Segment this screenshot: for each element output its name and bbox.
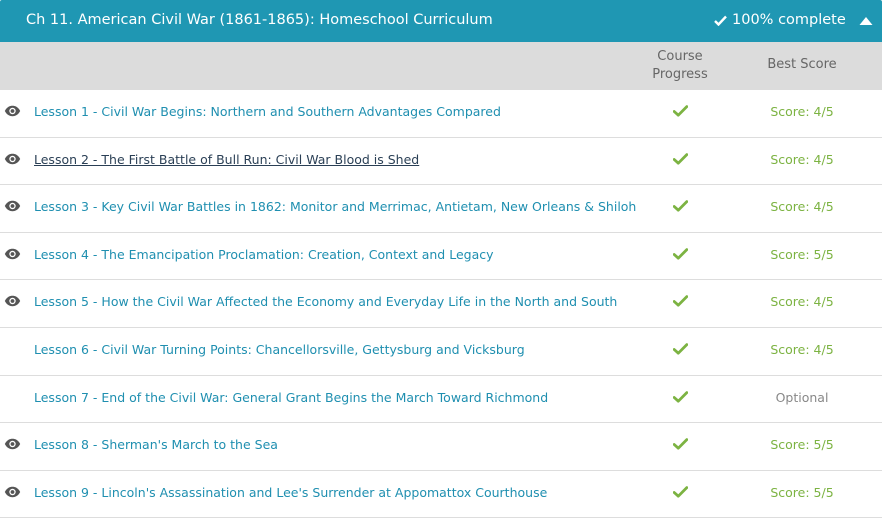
lesson-list: Lesson 1 - Civil War Begins: Northern an… — [0, 90, 882, 518]
best-score: Score: 4/5 — [770, 341, 834, 357]
chapter-panel: Ch 11. American Civil War (1861-1865): H… — [0, 0, 882, 518]
progress-check-icon — [672, 295, 689, 307]
progress-check-icon — [672, 152, 689, 165]
eye-icon — [4, 438, 21, 450]
lesson-row: Lesson 5 - How the Civil War Affected th… — [0, 280, 882, 328]
progress-check-icon — [672, 485, 689, 498]
lesson-link[interactable]: Lesson 3 - Key Civil War Battles in 1862… — [34, 199, 636, 214]
eye-icon — [4, 486, 21, 498]
chapter-progress: 100% complete — [714, 12, 846, 28]
checkmark-icon — [714, 15, 727, 26]
lesson-link[interactable]: Lesson 1 - Civil War Begins: Northern an… — [34, 104, 501, 119]
eye-icon — [4, 105, 21, 117]
lesson-row: Lesson 7 - End of the Civil War: General… — [0, 376, 882, 424]
progress-check-icon — [672, 438, 689, 450]
progress-check-icon — [672, 343, 689, 355]
eye-icon — [4, 248, 21, 260]
progress-check-icon — [672, 200, 689, 212]
lesson-row: Lesson 1 - Civil War Begins: Northern an… — [0, 90, 882, 138]
progress-text: 100% complete — [732, 12, 846, 28]
lesson-link[interactable]: Lesson 5 - How the Civil War Affected th… — [34, 294, 617, 309]
best-score: Score: 4/5 — [770, 294, 834, 310]
lesson-row: Lesson 6 - Civil War Turning Points: Cha… — [0, 328, 882, 376]
progress-check-icon — [672, 105, 689, 117]
lesson-row: Lesson 4 - The Emancipation Proclamation… — [0, 233, 882, 281]
eye-icon — [4, 153, 21, 165]
chapter-title: Ch 11. American Civil War (1861-1865): H… — [26, 12, 493, 28]
best-score: Optional — [775, 389, 829, 405]
lesson-link[interactable]: Lesson 6 - Civil War Turning Points: Cha… — [34, 342, 525, 357]
lesson-link[interactable]: Lesson 2 - The First Battle of Bull Run:… — [34, 152, 419, 167]
lesson-link[interactable]: Lesson 9 - Lincoln's Assassination and L… — [34, 485, 547, 500]
best-score: Score: 5/5 — [770, 246, 834, 262]
progress-check-icon — [672, 247, 689, 260]
best-score: Score: 4/5 — [770, 199, 834, 215]
best-score: Score: 5/5 — [770, 437, 834, 453]
best-score: Score: 4/5 — [770, 151, 834, 167]
best-score: Score: 4/5 — [770, 104, 834, 119]
collapse-arrow-icon[interactable] — [858, 14, 874, 28]
best-score: Score: 5/5 — [770, 484, 834, 500]
progress-check-icon — [672, 390, 689, 403]
lesson-link[interactable]: Lesson 4 - The Emancipation Proclamation… — [34, 247, 494, 262]
lesson-row: Lesson 3 - Key Civil War Battles in 1862… — [0, 185, 882, 233]
chapter-header[interactable]: Ch 11. American Civil War (1861-1865): H… — [0, 0, 882, 42]
lesson-link[interactable]: Lesson 7 - End of the Civil War: General… — [34, 390, 548, 405]
lesson-row: Lesson 9 - Lincoln's Assassination and L… — [0, 471, 882, 518]
lesson-row: Lesson 2 - The First Battle of Bull Run:… — [0, 138, 882, 186]
eye-icon — [4, 200, 21, 212]
eye-icon — [4, 295, 21, 307]
column-header: Course Progress Best Score — [0, 42, 882, 90]
lesson-row: Lesson 8 - Sherman's March to the Sea Sco… — [0, 423, 882, 471]
course-progress-header: Course Progress — [652, 49, 708, 82]
best-score-header: Best Score — [767, 57, 837, 72]
lesson-link[interactable]: Lesson 8 - Sherman's March to the Sea — [34, 437, 278, 452]
